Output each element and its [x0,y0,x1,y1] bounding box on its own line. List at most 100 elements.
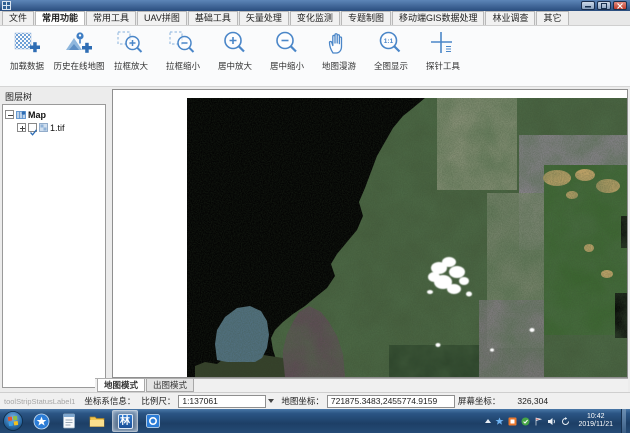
full-extent-icon: 1:1 [376,30,406,58]
layout-mode-tab[interactable]: 出图模式 [146,379,194,392]
document-tab-strip: 地图模式 出图模式 [95,378,628,392]
tool-label: 全图显示 [374,60,408,72]
titlebar[interactable] [0,0,630,11]
ring-app-icon [145,413,161,429]
show-desktop-button[interactable] [621,409,626,433]
full-extent-button[interactable]: 1:1 全图显示 [368,30,414,84]
taskbar-app-explorer[interactable] [84,410,110,432]
tool-label: 拉框放大 [114,60,148,72]
taskbar-clock[interactable]: 10:42 2019/11/21 [578,413,613,429]
map-node-label[interactable]: Map [28,110,46,120]
probe-tool-icon [428,30,458,58]
toolbar: 加载数据 历史在线地图 拉框放大 [0,26,630,87]
tab-basic-tools[interactable]: 基础工具 [188,11,238,25]
satellite-raster-image [113,90,627,377]
tab-common-functions[interactable]: 常用功能 [35,11,85,25]
tab-common-tools[interactable]: 常用工具 [86,11,136,25]
box-zoom-out-button[interactable]: 拉框缩小 [160,30,206,84]
layer-visibility-checkbox[interactable] [28,123,37,132]
star-app-icon [33,413,50,430]
taskbar-app-circle[interactable] [140,410,166,432]
map-mode-tab[interactable]: 地图模式 [97,379,145,392]
screen-coordinate-value: 326,304 [517,396,548,406]
tab-other[interactable]: 其它 [536,11,568,25]
minimize-button[interactable] [581,1,595,10]
tool-label: 历史在线地图 [54,60,105,72]
tray-input-method-icon[interactable] [508,417,517,426]
box-zoom-in-button[interactable]: 拉框放大 [108,30,154,84]
status-bar: toolStripStatusLabel1 坐标系信息： 比例尺： 1:1370… [0,392,630,409]
collapse-icon[interactable] [5,110,14,119]
box-zoom-out-icon [168,30,198,58]
taskbar-app-notepad[interactable] [56,410,82,432]
tab-forestry-survey[interactable]: 林业调查 [485,11,535,25]
scale-dropdown-icon[interactable] [268,399,274,403]
scale-combobox[interactable]: 1:137061 [178,395,266,408]
system-tray: 10:42 2019/11/21 [485,409,630,433]
clock-time: 10:42 [578,413,613,421]
application-window: 文件 常用功能 常用工具 UAV拼图 基础工具 矢量处理 变化监测 专题制图 移… [0,0,630,433]
tab-vector-processing[interactable]: 矢量处理 [239,11,289,25]
map-view[interactable] [112,89,628,378]
show-hidden-icons-button[interactable] [485,419,491,423]
tab-thematic-mapping[interactable]: 专题制图 [341,11,391,25]
map-node-icon [16,110,26,120]
map-pan-button[interactable]: 地图漫游 [316,30,362,84]
tool-label: 探针工具 [426,60,460,72]
load-data-button[interactable]: 加载数据 [4,30,50,84]
full-extent-icon-text: 1:1 [384,38,394,45]
tool-label: 加载数据 [10,60,44,72]
screen-coordinate-label: 屏幕坐标： [458,395,501,407]
crs-info-label: 坐标系信息： [84,395,135,407]
history-online-map-button[interactable]: 历史在线地图 [56,30,102,84]
notepad-icon [61,412,77,430]
center-zoom-out-button[interactable]: 居中缩小 [264,30,310,84]
close-button[interactable] [613,1,627,10]
folder-icon [88,413,106,429]
tool-label: 拉框缩小 [166,60,200,72]
taskbar: 林 [0,409,630,433]
expand-icon[interactable] [17,123,26,132]
check-icon [29,128,38,137]
window-controls [581,1,627,10]
maximize-button[interactable] [597,1,611,10]
tree-node-layer[interactable]: 1.tif [17,121,103,134]
tray-sync-icon[interactable] [561,417,570,426]
center-zoom-in-icon [220,30,250,58]
tool-label: 居中缩小 [270,60,304,72]
history-online-map-icon [64,30,94,58]
tray-security-icon[interactable] [521,417,530,426]
tab-mobile-gis-data[interactable]: 移动端GIS数据处理 [392,11,485,25]
tool-label: 地图漫游 [322,60,356,72]
center-zoom-out-icon [272,30,302,58]
status-placeholder-label: toolStripStatusLabel1 [4,397,75,406]
app-window-icon [2,1,11,10]
map-coordinate-label: 地图坐标： [281,395,324,407]
tray-star-icon[interactable] [495,417,504,426]
layer-tree-panel[interactable]: Map 1.tif [2,104,106,388]
layer-panel-title: 图层树 [5,90,32,103]
tree-node-map[interactable]: Map [5,108,103,121]
tab-file[interactable]: 文件 [2,11,34,25]
load-data-icon [12,30,42,58]
tab-change-detection[interactable]: 变化监测 [290,11,340,25]
probe-tool-button[interactable]: 探针工具 [420,30,466,84]
workspace: 图层树 Map [0,87,630,392]
pan-hand-icon [324,30,354,58]
taskbar-app-forestry-gis[interactable]: 林 [112,410,138,432]
start-button[interactable] [2,410,24,432]
tab-uav-mosaic[interactable]: UAV拼图 [137,11,187,25]
ribbon-tab-strip: 文件 常用功能 常用工具 UAV拼图 基础工具 矢量处理 变化监测 专题制图 移… [0,11,630,26]
tray-volume-icon[interactable] [547,417,557,426]
raster-layer-icon [39,123,48,132]
center-zoom-in-button[interactable]: 居中放大 [212,30,258,84]
taskbar-app-messenger[interactable] [28,410,54,432]
map-coordinate-field: 721875.3483,2455774.9159 [327,395,455,408]
forestry-app-icon: 林 [118,414,133,429]
clock-date: 2019/11/21 [578,421,613,429]
tray-flag-icon[interactable] [534,417,543,426]
box-zoom-in-icon [116,30,146,58]
tool-label: 居中放大 [218,60,252,72]
scale-label: 比例尺： [141,395,175,407]
layer-node-label[interactable]: 1.tif [50,123,65,133]
